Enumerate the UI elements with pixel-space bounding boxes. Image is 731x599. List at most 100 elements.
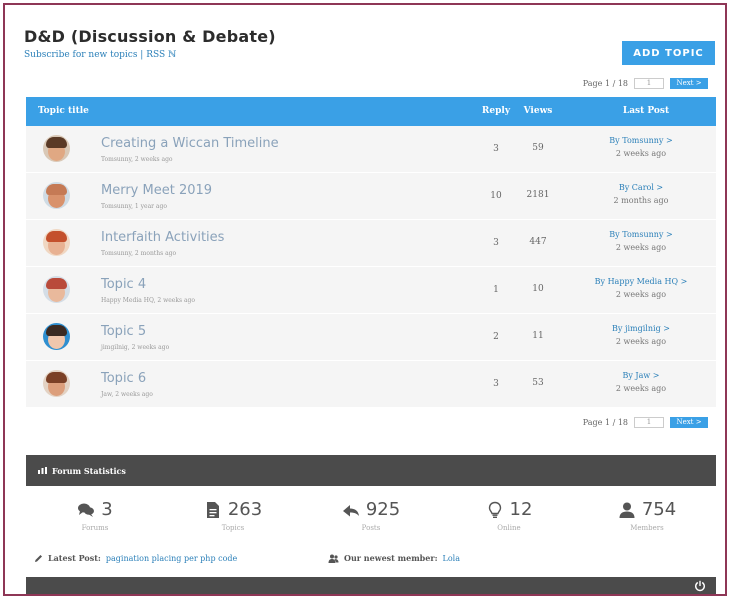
views-count: 10 (532, 284, 544, 294)
last-post-author[interactable]: By Happy Media HQ > (566, 277, 716, 286)
table-row: Creating a Wiccan Timeline Tomsunny, 2 w… (26, 126, 716, 173)
reply-count: 3 (493, 144, 499, 154)
page-number-input[interactable]: 1 (634, 78, 664, 89)
table-row: Topic 5 jimgilnig, 2 weeks ago 2 11 By j… (26, 314, 716, 361)
views-count: 53 (532, 378, 544, 388)
avatar-man-bald[interactable] (43, 182, 70, 209)
topic-title-link[interactable]: Creating a Wiccan Timeline (101, 136, 279, 151)
last-post-author[interactable]: By Carol > (566, 183, 716, 192)
last-post-author[interactable]: By Tomsunny > (566, 230, 716, 239)
newest-member-link[interactable]: Lola (443, 554, 460, 563)
next-page-button[interactable]: Next > (670, 78, 708, 89)
subscribe-link[interactable]: Subscribe for new topics | RSS ℕ (24, 50, 176, 60)
stat-label: Posts (361, 524, 381, 532)
topic-title-link[interactable]: Interfaith Activities (101, 230, 224, 245)
table-header: Topic title Reply Views Last Post (26, 97, 716, 126)
stat-value: 754 (641, 499, 677, 520)
stat-value: 925 (365, 499, 401, 520)
stat-label: Members (630, 524, 664, 532)
forum-statistics-bar: Forum Statistics (26, 455, 716, 486)
last-post-author[interactable]: By jimgilnig > (566, 324, 716, 333)
table-row: Topic 6 Jaw, 2 weeks ago 3 53 By Jaw > 2… (26, 361, 716, 408)
newest-member-label: Our newest member: (344, 553, 438, 563)
reply-count: 3 (493, 238, 499, 248)
table-row: Topic 4 Happy Media HQ, 2 weeks ago 1 10… (26, 267, 716, 314)
stat-topics: 263 Topics (164, 486, 302, 546)
topic-title-link[interactable]: Topic 6 (101, 371, 146, 386)
views-count: 59 (532, 143, 544, 153)
avatar-woman-dark[interactable] (43, 323, 70, 350)
footer-bar (26, 577, 716, 594)
bar-chart-icon (38, 467, 47, 474)
newest-member: Our newest member: Lola (328, 553, 460, 563)
views-count: 2181 (526, 190, 550, 200)
views-count: 11 (532, 331, 544, 341)
avatar-man-glasses[interactable] (43, 276, 70, 303)
header-last-post: Last Post (622, 106, 670, 116)
last-post-time: 2 months ago (613, 196, 669, 205)
table-row: Interfaith Activities Tomsunny, 2 months… (26, 220, 716, 267)
topic-meta: Happy Media HQ, 2 weeks ago (101, 297, 196, 304)
avatar-woman-red[interactable] (43, 229, 70, 256)
page-indicator: Page 1 / 18 (582, 418, 628, 427)
stat-value: 263 (227, 499, 263, 520)
reply-count: 2 (493, 332, 499, 342)
latest-post-label: Latest Post: (48, 553, 101, 563)
table-row: Merry Meet 2019 Tomsunny, 1 year ago 10 … (26, 173, 716, 220)
last-post-author[interactable]: By Jaw > (566, 371, 716, 380)
stat-online: 12 Online (440, 486, 578, 546)
header-views: Views (523, 106, 553, 116)
pagination-top: Page 1 / 18 1 Next > (583, 77, 708, 90)
page-indicator: Page 1 / 18 (582, 79, 628, 88)
latest-post: Latest Post: pagination placing per php … (34, 553, 237, 563)
topic-title-link[interactable]: Topic 4 (101, 277, 146, 292)
stat-label: Topics (221, 524, 245, 532)
pencil-icon (35, 554, 42, 562)
header-topic-title: Topic title (38, 106, 89, 116)
users-icon (328, 554, 339, 563)
topic-meta: Tomsunny, 1 year ago (101, 203, 167, 210)
page-number-input[interactable]: 1 (634, 417, 664, 428)
reply-count: 1 (493, 285, 499, 295)
topic-title-link[interactable]: Merry Meet 2019 (101, 183, 212, 198)
user-icon (619, 502, 635, 518)
latest-post-link[interactable]: pagination placing per php code (106, 554, 237, 563)
lightbulb-icon (488, 501, 501, 518)
avatar-man-beard[interactable] (43, 370, 70, 397)
forum-frame: D&D (Discussion & Debate) Subscribe for … (3, 3, 727, 596)
last-post-time: 2 weeks ago (615, 290, 667, 299)
stat-value: 12 (509, 499, 533, 520)
reply-count: 10 (490, 191, 502, 201)
last-post-time: 2 weeks ago (615, 337, 667, 346)
document-icon (206, 501, 219, 518)
last-post-time: 2 weeks ago (615, 384, 667, 393)
topic-meta: Tomsunny, 2 weeks ago (101, 156, 173, 163)
power-icon[interactable] (694, 580, 706, 592)
add-topic-button[interactable]: ADD TOPIC (622, 41, 715, 65)
stat-forums: 3 Forums (26, 486, 164, 546)
pagination-bottom: Page 1 / 18 1 Next > (583, 416, 708, 429)
topic-meta: jimgilnig, 2 weeks ago (101, 344, 170, 351)
avatar-man-bearded[interactable] (43, 135, 70, 162)
last-post-time: 2 weeks ago (615, 149, 667, 158)
views-count: 447 (529, 237, 547, 247)
stat-members: 754 Members (578, 486, 716, 546)
stat-value: 3 (101, 499, 113, 520)
stat-posts: 925 Posts (302, 486, 440, 546)
statistics-panel: 3 Forums 263 Topics 925 Posts 12 Online … (26, 486, 716, 546)
topic-list: Creating a Wiccan Timeline Tomsunny, 2 w… (26, 126, 716, 408)
topic-meta: Tomsunny, 2 months ago (101, 250, 177, 257)
reply-count: 3 (493, 379, 499, 389)
forum-title: D&D (Discussion & Debate) (24, 27, 276, 46)
last-post-author[interactable]: By Tomsunny > (566, 136, 716, 145)
forum-statistics-title: Forum Statistics (52, 466, 126, 476)
stat-label: Forums (81, 524, 109, 532)
header-reply: Reply (481, 106, 511, 116)
last-post-time: 2 weeks ago (615, 243, 667, 252)
next-page-button[interactable]: Next > (670, 417, 708, 428)
topic-meta: Jaw, 2 weeks ago (101, 391, 153, 398)
comments-icon (78, 503, 95, 517)
reply-icon (342, 504, 359, 516)
stat-label: Online (497, 524, 521, 532)
topic-title-link[interactable]: Topic 5 (101, 324, 146, 339)
